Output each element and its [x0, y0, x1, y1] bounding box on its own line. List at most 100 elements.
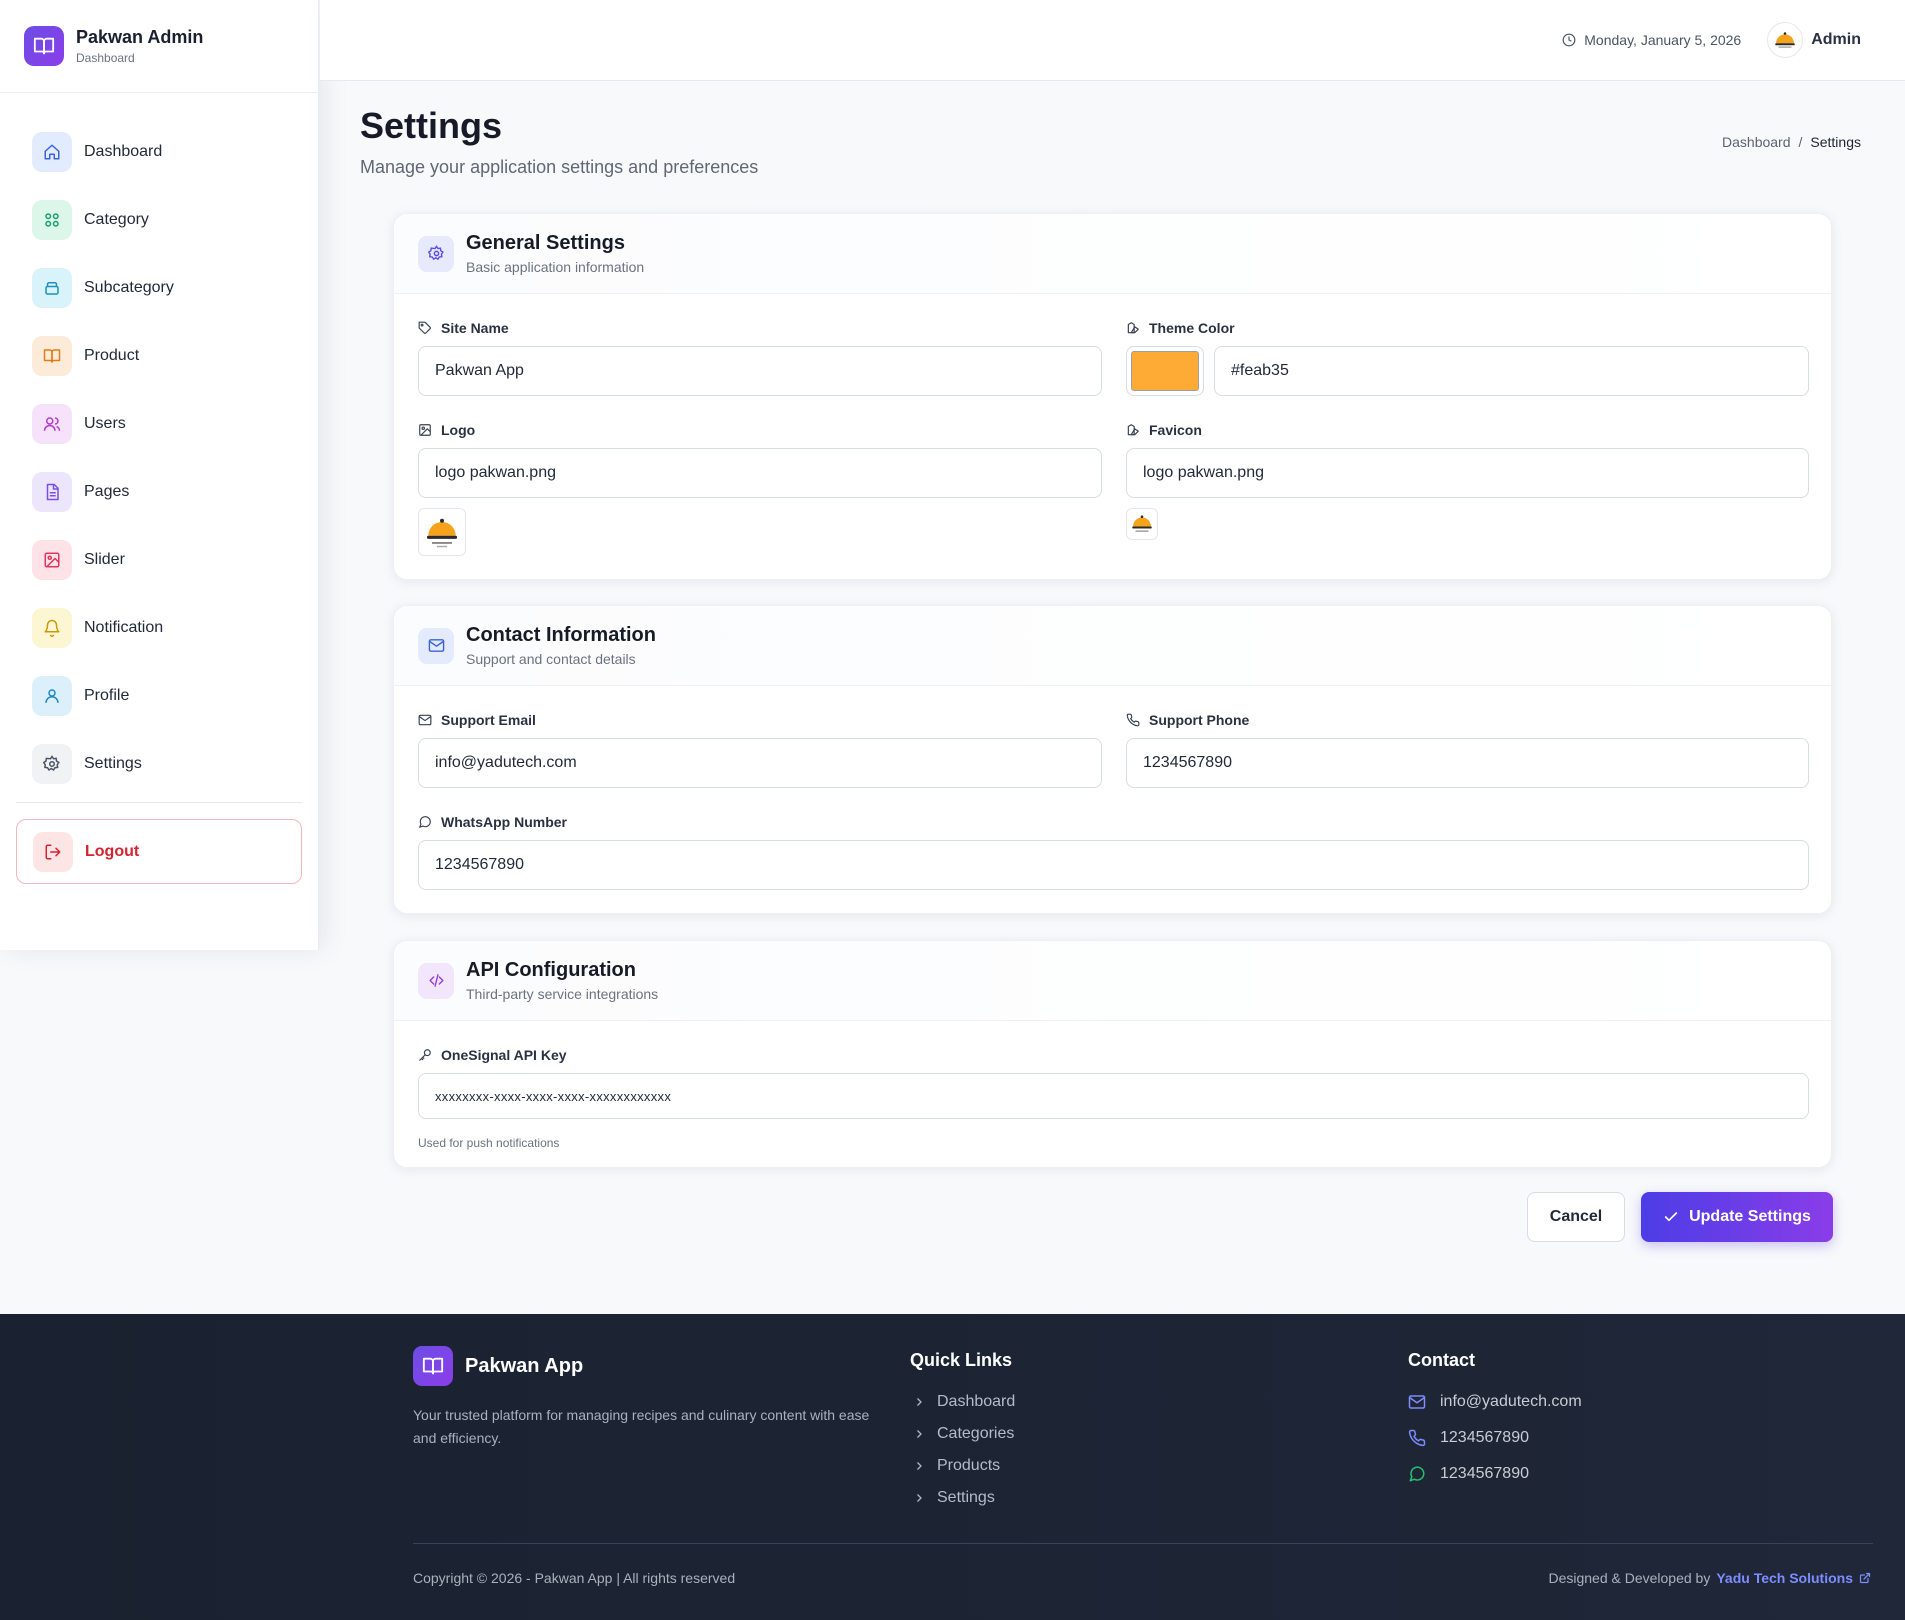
chevron-right-icon [917, 1494, 922, 1502]
palette-icon [1127, 424, 1139, 436]
home-icon [32, 132, 72, 172]
site-name-label: Site Name [418, 320, 509, 336]
admin-name: Admin [1811, 31, 1861, 48]
whatsapp-input[interactable]: 1234567890 [418, 840, 1809, 890]
card-header: General Settings Basic application infor… [394, 214, 1831, 294]
card-subtitle: Third-party service integrations [466, 986, 659, 1002]
topbar: Monday, January 5, 2026 Admin [320, 0, 1905, 81]
logo-file-input[interactable]: logo pakwan.png [418, 448, 1102, 498]
tag-icon [418, 321, 431, 334]
logo-preview [418, 508, 466, 556]
theme-color-input[interactable]: #feab35 [1214, 346, 1809, 396]
breadcrumb-separator: / [1798, 134, 1803, 150]
chevron-right-icon [917, 1398, 922, 1406]
sidebar-item-profile[interactable]: Profile [0, 662, 318, 730]
sidebar-nav: Dashboard Category Subcategory Product U… [0, 93, 318, 798]
grid-icon [32, 200, 72, 240]
sidebar-item-subcategory[interactable]: Subcategory [0, 254, 318, 322]
mail-icon [418, 627, 454, 664]
logout-label: Logout [85, 842, 140, 860]
key-icon [419, 1049, 431, 1061]
footer-link-dashboard[interactable]: Dashboard [913, 1393, 1015, 1411]
sidebar-item-settings[interactable]: Settings [0, 730, 318, 798]
cloche-logo-icon [1132, 515, 1152, 532]
breadcrumb-dashboard[interactable]: Dashboard [1722, 134, 1791, 150]
support-phone-label: Support Phone [1126, 712, 1249, 728]
page-title: Settings [360, 105, 503, 146]
footer-link-settings[interactable]: Settings [913, 1489, 995, 1507]
card-header: Contact Information Support and contact … [394, 606, 1831, 686]
admin-menu[interactable]: Admin [1767, 22, 1861, 58]
file-icon [32, 472, 72, 512]
cloche-logo-icon [427, 518, 457, 548]
logo-label: Logo [418, 422, 475, 438]
whatsapp-label: WhatsApp Number [418, 814, 567, 830]
book-icon [413, 1346, 453, 1386]
logout-icon [33, 831, 73, 872]
favicon-file-input[interactable]: logo pakwan.png [1126, 448, 1809, 498]
user-icon [32, 676, 72, 716]
update-settings-button[interactable]: Update Settings [1641, 1192, 1833, 1242]
support-email-label: Support Email [418, 712, 536, 728]
sidebar-item-dashboard[interactable]: Dashboard [0, 118, 318, 186]
sidebar-item-label: Subcategory [84, 279, 174, 296]
card-title: General Settings [466, 232, 625, 254]
general-settings-card: General Settings Basic application infor… [393, 213, 1832, 580]
breadcrumb-current: Settings [1810, 134, 1861, 150]
page-subtitle: Manage your application settings and pre… [360, 157, 759, 177]
sidebar-item-pages[interactable]: Pages [0, 458, 318, 526]
support-email-input[interactable]: info@yadutech.com [418, 738, 1102, 788]
footer-link-products[interactable]: Products [913, 1457, 1000, 1475]
site-name-input[interactable]: Pakwan App [418, 346, 1102, 396]
phone-icon [1408, 1429, 1426, 1447]
brand-title: Pakwan Admin [76, 27, 204, 47]
footer: Pakwan App Your trusted platform for man… [0, 1314, 1905, 1620]
card-title: Contact Information [466, 624, 656, 646]
sidebar-item-product[interactable]: Product [0, 322, 318, 390]
contact-heading: Contact [1408, 1350, 1475, 1370]
layers-icon [32, 268, 72, 308]
gear-icon [32, 744, 72, 784]
external-link-icon [1859, 1572, 1871, 1584]
footer-contact-phone[interactable]: 1234567890 [1408, 1429, 1529, 1447]
cancel-button[interactable]: Cancel [1527, 1192, 1625, 1242]
onesignal-key-input[interactable]: xxxxxxxx-xxxx-xxxx-xxxx-xxxxxxxxxxxx [418, 1073, 1809, 1119]
cloche-logo-icon [1775, 32, 1795, 48]
footer-description: Your trusted platform for managing recip… [413, 1407, 870, 1446]
footer-contact-whatsapp[interactable]: 1234567890 [1408, 1465, 1529, 1483]
sidebar: Pakwan Admin Dashboard Dashboard Categor… [0, 0, 319, 950]
quick-links-heading: Quick Links [910, 1350, 1013, 1370]
chevron-right-icon [917, 1430, 922, 1438]
bell-icon [32, 608, 72, 648]
footer-brand-name: Pakwan App [465, 1354, 584, 1377]
card-subtitle: Basic application information [466, 259, 645, 275]
current-date: Monday, January 5, 2026 [1562, 32, 1741, 48]
sidebar-item-category[interactable]: Category [0, 186, 318, 254]
users-icon [32, 404, 72, 444]
card-title: API Configuration [466, 959, 636, 981]
brand-subtitle: Dashboard [76, 51, 135, 65]
sidebar-item-label: Settings [84, 755, 142, 772]
sidebar-brand[interactable]: Pakwan Admin Dashboard [0, 0, 318, 93]
footer-credit: Designed & Developed by Yadu Tech Soluti… [1548, 1570, 1871, 1586]
logout-button[interactable]: Logout [16, 819, 302, 884]
sidebar-item-users[interactable]: Users [0, 390, 318, 458]
sidebar-divider [16, 802, 302, 803]
check-icon [1664, 1212, 1678, 1222]
contact-info-card: Contact Information Support and contact … [393, 605, 1832, 914]
sidebar-item-label: Notification [84, 619, 164, 636]
support-phone-input[interactable]: 1234567890 [1126, 738, 1809, 788]
sidebar-item-label: Pages [84, 483, 130, 500]
sidebar-item-slider[interactable]: Slider [0, 526, 318, 594]
footer-contact-email[interactable]: info@yadutech.com [1408, 1393, 1582, 1411]
clock-icon [1562, 33, 1576, 47]
theme-color-picker[interactable] [1126, 346, 1204, 396]
sidebar-item-label: Category [84, 211, 149, 228]
sidebar-item-label: Profile [84, 687, 130, 704]
sidebar-item-notification[interactable]: Notification [0, 594, 318, 662]
theme-color-swatch [1131, 351, 1199, 391]
card-subtitle: Support and contact details [466, 651, 636, 667]
credit-link[interactable]: Yadu Tech Solutions [1716, 1570, 1871, 1586]
footer-link-categories[interactable]: Categories [913, 1425, 1014, 1443]
image-icon [419, 424, 431, 436]
